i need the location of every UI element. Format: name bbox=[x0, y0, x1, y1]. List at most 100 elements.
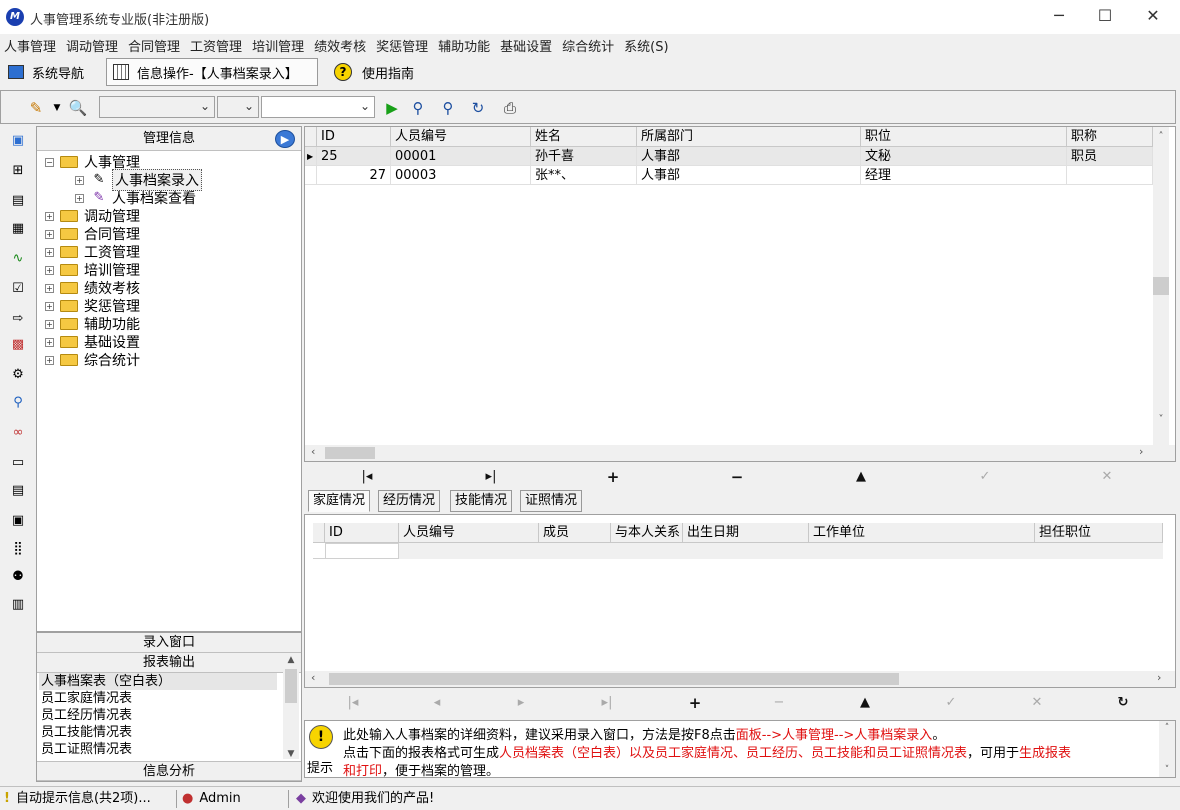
scroll-right-icon[interactable]: › bbox=[1139, 445, 1143, 458]
menu-personnel[interactable]: 人事管理 bbox=[4, 34, 66, 56]
scroll-right-icon[interactable]: › bbox=[1157, 671, 1161, 684]
run-query-icon[interactable]: ▶ bbox=[381, 97, 403, 119]
cancel-record-icon[interactable]: ✕ bbox=[1092, 464, 1122, 490]
tree-node-basic-settings[interactable]: + 基础设置 bbox=[45, 333, 295, 351]
org-chart-icon[interactable]: ⊞ bbox=[6, 160, 30, 182]
find-user-icon[interactable]: ⚲ bbox=[407, 97, 429, 119]
menu-rewards[interactable]: 奖惩管理 bbox=[376, 34, 438, 56]
add-record-icon[interactable]: + bbox=[598, 464, 628, 490]
cell-title[interactable]: 职员 bbox=[1067, 147, 1153, 166]
scroll-left-icon[interactable]: ‹ bbox=[311, 445, 315, 458]
report-scrollbar[interactable]: ▲ ▼ bbox=[283, 655, 299, 759]
refresh-icon[interactable]: ↻ bbox=[1108, 690, 1138, 716]
menu-basic-settings[interactable]: 基础设置 bbox=[500, 34, 562, 56]
column-header[interactable]: 所属部门 bbox=[637, 127, 861, 147]
expand-icon[interactable]: + bbox=[45, 319, 54, 329]
scroll-thumb[interactable] bbox=[1153, 277, 1169, 295]
last-record-icon[interactable]: ▸| bbox=[592, 690, 622, 716]
column-header[interactable]: 人员编号 bbox=[391, 127, 531, 147]
expand-icon[interactable]: + bbox=[45, 247, 54, 257]
scroll-down-icon[interactable]: ▼ bbox=[283, 749, 299, 759]
minimize-button[interactable]: ─ bbox=[1036, 0, 1082, 34]
tree-node-performance[interactable]: + 绩效考核 bbox=[45, 279, 295, 297]
entry-window-header[interactable]: 录入窗口 bbox=[37, 633, 301, 653]
link-icon[interactable]: ∞ bbox=[6, 422, 30, 444]
table-row[interactable]: ▶ 25 00001 孙千喜 人事部 文秘 职员 bbox=[305, 147, 1153, 166]
list-icon[interactable]: ▤ bbox=[6, 190, 30, 212]
expand-icon[interactable]: + bbox=[75, 193, 84, 203]
scroll-left-icon[interactable]: ‹ bbox=[311, 671, 315, 684]
cell-employee-no[interactable]: 00001 bbox=[391, 147, 531, 166]
column-header[interactable]: 职位 bbox=[861, 127, 1067, 147]
photo-icon[interactable]: ▣ bbox=[6, 510, 30, 532]
report-item[interactable]: 员工家庭情况表 bbox=[39, 690, 277, 707]
row-cells[interactable] bbox=[399, 543, 1163, 559]
scroll-thumb[interactable] bbox=[329, 673, 899, 685]
calendar-icon[interactable]: ▩ bbox=[6, 334, 30, 356]
delete-record-icon[interactable]: − bbox=[764, 690, 794, 716]
grid2-horizontal-scrollbar[interactable]: ‹ › bbox=[305, 671, 1175, 687]
expand-icon[interactable]: + bbox=[45, 229, 54, 239]
expand-icon[interactable]: + bbox=[75, 175, 84, 185]
tab-system-nav[interactable]: 系统导航 bbox=[2, 58, 96, 86]
dropdown-arrow-icon[interactable]: ▼ bbox=[51, 97, 63, 119]
apps-grid-icon[interactable]: ⣿ bbox=[6, 538, 30, 560]
tab-info-operation[interactable]: 信息操作-【人事档案录入】 bbox=[106, 58, 318, 86]
search-doc-icon[interactable]: 🔍 bbox=[67, 97, 89, 119]
report-item[interactable]: 员工技能情况表 bbox=[39, 724, 277, 741]
value-select[interactable]: ⌄ bbox=[261, 96, 375, 118]
users-group-icon[interactable]: ⚉ bbox=[6, 566, 30, 588]
tree-node-statistics[interactable]: + 综合统计 bbox=[45, 351, 295, 369]
tab-skills[interactable]: 技能情况 bbox=[450, 490, 513, 512]
first-record-icon[interactable]: |◂ bbox=[338, 690, 368, 716]
scroll-down-icon[interactable]: ˅ bbox=[1153, 414, 1169, 425]
monitor-icon[interactable]: ▣ bbox=[6, 130, 30, 152]
cell-department[interactable]: 人事部 bbox=[637, 147, 861, 166]
tree-node-transfer[interactable]: + 调动管理 bbox=[45, 207, 295, 225]
collapse-icon[interactable]: − bbox=[45, 157, 54, 167]
expand-icon[interactable]: + bbox=[45, 283, 54, 293]
column-header[interactable]: 姓名 bbox=[531, 127, 637, 147]
report-item[interactable]: 员工证照情况表 bbox=[39, 741, 277, 758]
report-icon[interactable]: ▤ bbox=[6, 480, 30, 502]
prior-record-icon[interactable]: ◂ bbox=[422, 690, 452, 716]
cell-name[interactable]: 张**、 bbox=[531, 166, 637, 185]
field-select[interactable]: ⌄ bbox=[99, 96, 215, 118]
operator-select[interactable]: ⌄ bbox=[217, 96, 259, 118]
column-header[interactable]: 职称 bbox=[1067, 127, 1153, 147]
last-record-icon[interactable]: ▸| bbox=[476, 464, 506, 490]
tab-experience[interactable]: 经历情况 bbox=[378, 490, 441, 512]
cell-id[interactable]: 25 bbox=[317, 147, 391, 166]
menu-salary[interactable]: 工资管理 bbox=[190, 34, 252, 56]
table-row[interactable]: 27 00003 张**、 人事部 经理 bbox=[305, 166, 1153, 185]
scroll-down-icon[interactable]: ˅ bbox=[1159, 765, 1175, 775]
cell-department[interactable]: 人事部 bbox=[637, 166, 861, 185]
tree-node-rewards[interactable]: + 奖惩管理 bbox=[45, 297, 295, 315]
menu-transfer[interactable]: 调动管理 bbox=[66, 34, 128, 56]
cell-title[interactable] bbox=[1067, 166, 1153, 185]
scroll-up-icon[interactable]: ▲ bbox=[283, 655, 299, 665]
report-item[interactable]: 员工经历情况表 bbox=[39, 707, 277, 724]
tab-certificates[interactable]: 证照情况 bbox=[520, 490, 583, 512]
menu-statistics[interactable]: 综合统计 bbox=[562, 34, 624, 56]
cell-id[interactable]: 27 bbox=[317, 166, 391, 185]
hint-scrollbar[interactable]: ˄ ˅ bbox=[1159, 721, 1175, 777]
pencil-icon[interactable]: ✎ bbox=[25, 97, 47, 119]
column-header[interactable]: 出生日期 bbox=[683, 523, 809, 543]
info-analysis-header[interactable]: 信息分析 bbox=[37, 761, 301, 781]
tree-node-archive-entry[interactable]: + ✎ 人事档案录入 bbox=[45, 169, 295, 191]
id-card-icon[interactable]: ▭ bbox=[6, 452, 30, 474]
document-icon[interactable]: ▦ bbox=[6, 218, 30, 240]
menu-performance[interactable]: 绩效考核 bbox=[314, 34, 376, 56]
cell-name[interactable]: 孙千喜 bbox=[531, 147, 637, 166]
scroll-thumb[interactable] bbox=[325, 447, 375, 459]
collapse-panel-icon[interactable]: ▶ bbox=[275, 130, 295, 148]
expand-icon[interactable]: + bbox=[45, 301, 54, 311]
settings-doc-icon[interactable]: ⚙ bbox=[6, 364, 30, 386]
notes-icon[interactable]: ▥ bbox=[6, 594, 30, 616]
find-next-icon[interactable]: ⚲ bbox=[437, 97, 459, 119]
export-icon[interactable]: ⇨ bbox=[6, 308, 30, 330]
scroll-thumb[interactable] bbox=[285, 669, 297, 703]
column-header[interactable]: 与本人关系 bbox=[611, 523, 683, 543]
column-header[interactable]: 担任职位 bbox=[1035, 523, 1163, 543]
